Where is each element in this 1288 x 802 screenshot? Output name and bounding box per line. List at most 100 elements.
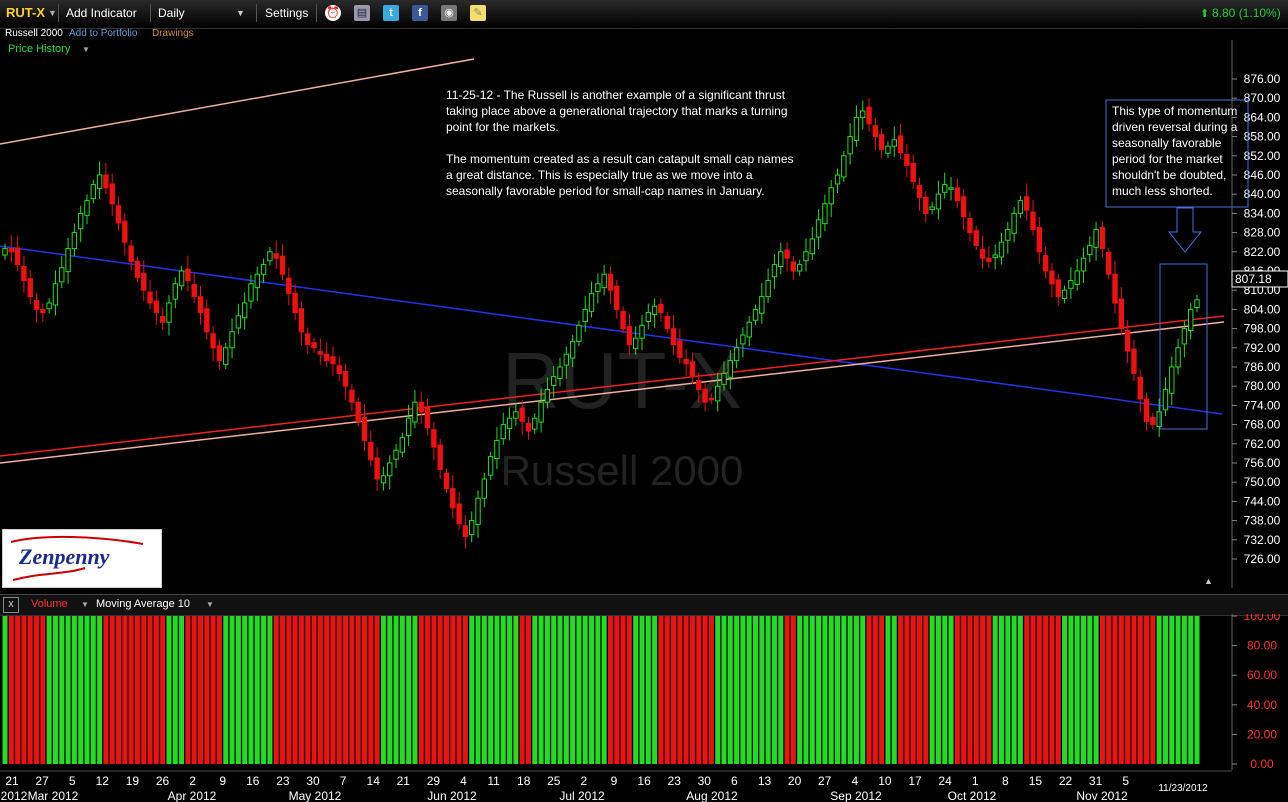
candle-down — [185, 268, 191, 282]
day-label: 19 — [126, 774, 140, 788]
volume-bar-up — [267, 616, 273, 764]
watermark-symbol: RUT-X — [502, 336, 742, 425]
volume-bar-down — [128, 616, 134, 764]
drawings-link[interactable]: Drawings — [152, 28, 194, 39]
day-label: 16 — [246, 774, 260, 788]
candle-up — [387, 462, 393, 477]
volume-bar-down — [368, 616, 374, 764]
candle-down — [298, 308, 305, 333]
candle-down — [1042, 255, 1049, 272]
candle-up — [733, 347, 740, 362]
candle-down — [1106, 251, 1112, 275]
day-label: 31 — [1089, 774, 1103, 788]
candle-down — [790, 261, 797, 272]
settings-button[interactable]: Settings — [265, 6, 308, 20]
volume-title[interactable]: Volume — [31, 598, 68, 610]
volume-bar-up — [778, 616, 784, 764]
volume-bar-down — [116, 616, 122, 764]
candle-up — [254, 273, 260, 289]
volume-bar-down — [343, 616, 349, 764]
candle-down — [103, 174, 109, 189]
candle-up — [1080, 257, 1087, 272]
period-select[interactable]: Daily — [158, 6, 185, 20]
volume-bar-up — [639, 616, 645, 764]
candle-up — [1187, 308, 1194, 332]
day-label: 7 — [340, 774, 347, 788]
facebook-icon[interactable]: f — [412, 5, 428, 21]
volume-bar-down — [658, 616, 664, 764]
candle-up — [84, 200, 90, 216]
alarm-clock-icon[interactable]: ⏰ — [325, 5, 341, 21]
print-icon[interactable]: ▤ — [354, 5, 370, 21]
symbol-field[interactable]: RUT-X — [6, 5, 45, 20]
candle-down — [197, 296, 204, 314]
volume-bar-up — [847, 616, 853, 764]
add-to-portfolio-link[interactable]: Add to Portfolio — [69, 28, 137, 39]
day-label: 30 — [698, 774, 712, 788]
volume-bars-group — [2, 616, 1200, 764]
candle-down — [897, 135, 904, 154]
volume-bar-up — [1181, 616, 1187, 764]
candle-down — [336, 365, 342, 374]
price-tick-label: 756.00 — [1244, 456, 1281, 470]
volume-bar-down — [456, 616, 462, 764]
candle-up — [1162, 388, 1169, 411]
volume-bar-up — [399, 616, 405, 764]
volume-bar-down — [324, 616, 330, 764]
volume-bar-down — [286, 616, 292, 764]
candle-up — [475, 497, 481, 525]
moving-average-label[interactable]: Moving Average 10 — [96, 598, 190, 610]
camera-icon[interactable]: ◉ — [441, 5, 457, 21]
symbol-dropdown-icon[interactable]: ▼ — [48, 8, 57, 18]
candle-down — [872, 125, 879, 138]
add-indicator-button[interactable]: Add Indicator — [66, 6, 137, 20]
volume-bar-up — [891, 616, 897, 764]
volume-bar-up — [387, 616, 393, 764]
volume-bar-down — [708, 616, 714, 764]
volume-bar-down — [292, 616, 298, 764]
candle-up — [538, 401, 544, 423]
volume-bar-up — [1162, 616, 1168, 764]
volume-bar-up — [1188, 616, 1194, 764]
month-label: Aug 2012 — [686, 789, 738, 802]
candle-down — [973, 230, 979, 246]
volume-bar-down — [1137, 616, 1143, 764]
candle-up — [759, 296, 765, 314]
volume-bar-down — [204, 616, 210, 764]
watermark-name: Russell 2000 — [501, 447, 744, 494]
candle-down — [292, 292, 298, 314]
volume-bar-up — [544, 616, 550, 764]
candle-up — [481, 478, 488, 499]
month-label: May 2012 — [289, 789, 342, 802]
candle-down — [664, 315, 670, 330]
volume-bar-up — [380, 616, 386, 764]
scroll-up-icon[interactable]: ▲ — [1204, 576, 1213, 586]
price-change: 8.80 (1.10%) — [1212, 6, 1281, 20]
candle-up — [399, 436, 406, 453]
volume-bar-up — [1074, 616, 1080, 764]
price-tick-label: 726.00 — [1244, 552, 1281, 566]
candle-up — [714, 385, 721, 402]
volume-bar-up — [538, 616, 544, 764]
candle-up — [1194, 299, 1200, 308]
moving-average-dropdown-icon[interactable]: ▼ — [206, 600, 214, 609]
candle-down — [696, 379, 702, 390]
volume-bar-up — [563, 616, 569, 764]
sticky-note-icon[interactable]: ✎ — [470, 5, 486, 21]
twitter-icon[interactable]: t — [383, 5, 399, 21]
period-dropdown-icon[interactable]: ▼ — [236, 8, 245, 18]
volume-bar-up — [46, 616, 52, 764]
volume-bar-down — [198, 616, 204, 764]
volume-bar-down — [273, 616, 279, 764]
month-labels: 2012 Mar 2012 Apr 2012 May 2012 Jun 2012 Jul … — [1, 789, 1128, 802]
volume-axis: 100.00 80.00 60.00 40.00 20.00 0.00 — [1232, 614, 1281, 770]
volume-dropdown-icon[interactable]: ▼ — [81, 600, 89, 609]
candle-up — [550, 376, 557, 387]
close-panel-button[interactable]: x — [3, 597, 19, 613]
volume-tick-label: 80.00 — [1247, 639, 1277, 653]
volume-bar-down — [40, 616, 46, 764]
month-label: Mar 2012 — [28, 789, 79, 802]
candle-down — [279, 255, 286, 275]
day-label: 27 — [35, 774, 49, 788]
candle-down — [878, 134, 885, 150]
